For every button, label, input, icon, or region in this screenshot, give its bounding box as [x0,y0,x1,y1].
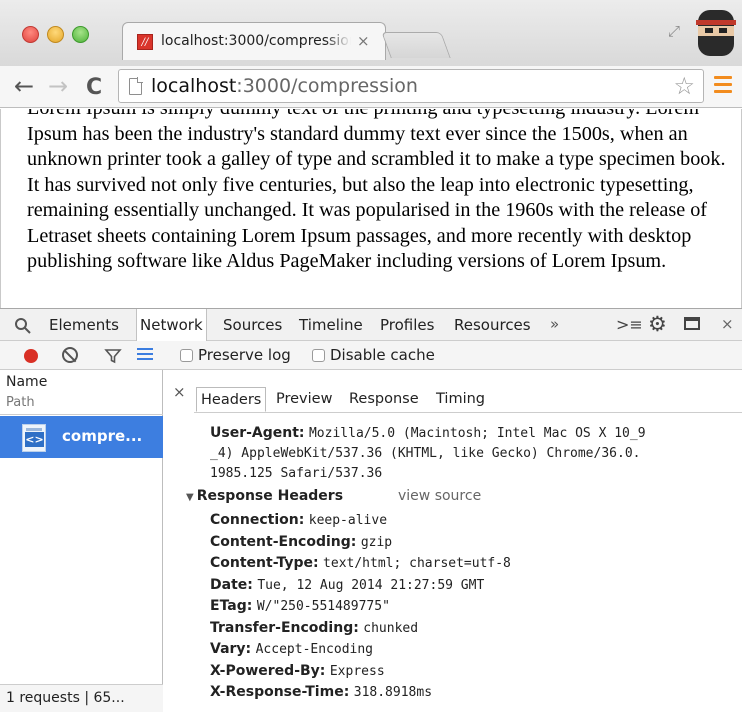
header-key: Date: [210,576,253,593]
address-bar[interactable]: localhost:3000/compression ☆ [118,69,704,103]
request-list: Name Path <> compre... 1 requests | 65..… [0,370,163,712]
name-column-header: Name [6,374,48,390]
response-header-row: X-Powered-By: Express [210,663,385,679]
forward-button[interactable]: → [48,72,68,100]
header-value: W/"250-551489775" [256,599,390,614]
header-value: Accept-Encoding [255,642,374,657]
tab-timing[interactable]: Timing [436,387,485,412]
header-key: User-Agent: [210,425,305,441]
gear-icon[interactable]: ⚙ [648,312,667,336]
zoom-window-button[interactable] [72,26,89,43]
response-header-row: Vary: Accept-Encoding [210,641,373,657]
inspect-search-icon[interactable] [14,317,32,335]
browser-toolbar: ← → C localhost:3000/compression ☆ [0,66,742,108]
minimize-window-button[interactable] [47,26,64,43]
record-icon[interactable] [24,349,38,363]
tab-timeline[interactable]: Timeline [299,309,363,341]
response-header-row: Content-Type: text/html; charset=utf-8 [210,555,511,571]
user-agent-line-3: 1985.125 Safari/537.36 [210,466,383,481]
close-window-button[interactable] [22,26,39,43]
request-detail-pane: × Headers Preview Response Timing User-A… [164,370,742,712]
fullscreen-icon[interactable]: ⤢ [668,22,680,40]
response-header-row: X-Response-Time: 318.8918ms [210,684,432,700]
response-headers-toggle[interactable]: ▼ Response Headers [186,488,343,504]
disclosure-triangle-icon: ▼ [186,492,194,503]
header-value: Tue, 12 Aug 2014 21:27:59 GMT [257,577,485,593]
user-agent-header: User-Agent: Mozilla/5.0 (Macintosh; Inte… [210,425,646,441]
header-value: text/html; charset=utf-8 [323,556,511,571]
tab-sources[interactable]: Sources [223,309,282,341]
detail-tabs-divider [194,412,742,413]
tab-title: localhost:3000/compression [161,33,351,49]
header-key: X-Powered-By: [210,662,326,679]
console-drawer-icon[interactable]: >≡ [616,315,643,334]
browser-menu-icon[interactable] [714,76,732,96]
response-headers-title: Response Headers [196,488,344,504]
response-header-row: Connection: keep-alive [210,512,387,528]
header-value: 318.8918ms [353,685,433,700]
header-key: Connection: [210,512,305,528]
header-value: chunked [363,620,419,636]
response-header-row: ETag: W/"250-551489775" [210,598,390,614]
tab-response[interactable]: Response [349,387,419,412]
header-key: Vary: [210,641,252,657]
header-value: keep-alive [308,513,388,528]
network-toolbar: Preserve log Disable cache [0,341,742,370]
tab-headers[interactable]: Headers [196,387,267,412]
title-bar: // localhost:3000/compression × ⤢ [0,0,742,66]
header-value: Mozilla/5.0 (Macintosh; Intel Mac OS X 1… [308,426,646,441]
tab-preview[interactable]: Preview [276,387,332,412]
header-value: Express [329,663,385,679]
request-row[interactable]: <> compre... [0,416,163,458]
response-header-row: Date: Tue, 12 Aug 2014 21:27:59 GMT [210,577,484,593]
tab-resources[interactable]: Resources [454,309,531,341]
page-icon [129,77,143,95]
new-tab-button[interactable] [381,32,451,58]
tab-network[interactable]: Network [136,309,207,341]
lorem-paragraph: Lorem Ipsum is simply dummy text of the … [27,109,726,272]
path-column-header: Path [6,395,35,410]
preserve-log-label: Preserve log [198,346,291,364]
tab-close-icon[interactable]: × [357,32,370,50]
reload-button[interactable]: C [86,74,102,102]
url-host: localhost [151,75,237,97]
response-header-row: Content-Encoding: gzip [210,534,392,550]
devtools-close-icon[interactable]: × [721,315,734,333]
detail-close-icon[interactable]: × [173,383,186,401]
filter-icon[interactable] [104,347,122,365]
disable-cache-checkbox[interactable] [312,349,325,362]
more-tabs-chevron-icon[interactable]: » [550,315,559,333]
url-text[interactable]: localhost:3000/compression [151,75,418,97]
bookmark-star-icon[interactable]: ☆ [673,72,695,100]
devtools-tabbar: Elements Network Sources Timeline Profil… [0,308,742,341]
header-key: Content-Encoding: [210,533,357,550]
user-agent-line-2: _4) AppleWebKit/537.36 (KHTML, like Geck… [210,446,641,461]
header-key: X-Response-Time: [210,684,350,700]
url-path: :3000/compression [236,75,418,97]
browser-tab[interactable]: // localhost:3000/compression × [122,22,386,60]
header-key: Content-Type: [210,555,319,571]
header-key: ETag: [210,598,253,614]
ninja-avatar-icon[interactable] [696,6,736,58]
preserve-log-checkbox[interactable] [180,349,193,362]
favicon-icon: // [137,34,153,50]
clear-icon[interactable] [62,347,78,363]
request-summary: 1 requests | 65... [0,684,163,712]
dock-side-icon[interactable] [684,317,700,330]
page-content: Lorem Ipsum is simply dummy text of the … [0,109,742,308]
response-header-row: Transfer-Encoding: chunked [210,620,418,636]
back-button[interactable]: ← [14,72,34,100]
header-key: Transfer-Encoding: [210,619,359,636]
tab-elements[interactable]: Elements [49,309,119,341]
request-name: compre... [62,427,143,445]
disable-cache-label: Disable cache [330,346,435,364]
document-icon: <> [22,424,46,452]
large-rows-icon[interactable] [137,348,153,362]
request-list-header[interactable]: Name Path [0,370,163,415]
view-source-link[interactable]: view source [398,488,481,504]
header-value: gzip [360,534,393,550]
tab-profiles[interactable]: Profiles [380,309,434,341]
request-summary-text: 1 requests | 65... [6,690,125,706]
